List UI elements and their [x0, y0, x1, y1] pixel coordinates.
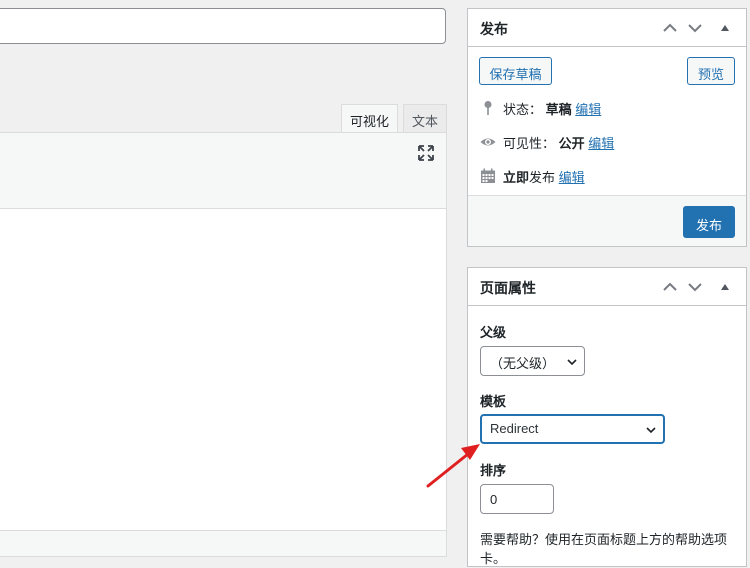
editor-toolbar — [0, 133, 446, 209]
edit-schedule-link[interactable]: 编辑 — [559, 170, 585, 185]
tab-visual[interactable]: 可视化 — [341, 104, 398, 132]
publish-box-header: 发布 — [468, 9, 746, 47]
visibility-label: 可见性： — [503, 136, 556, 151]
content-editor[interactable] — [0, 132, 447, 532]
parent-select[interactable]: （无父级） — [480, 346, 585, 376]
parent-label: 父级 — [480, 325, 507, 340]
fullscreen-icon[interactable] — [418, 145, 434, 161]
template-select[interactable]: Redirect — [480, 414, 665, 444]
page-attributes-title: 页面属性 — [480, 280, 536, 296]
chevron-up-icon[interactable] — [661, 278, 679, 296]
triangle-up-icon[interactable] — [716, 19, 734, 37]
publish-button[interactable]: 发布 — [683, 206, 735, 238]
eye-icon — [480, 138, 496, 146]
status-label: 状态： — [503, 102, 543, 117]
template-label: 模板 — [480, 394, 507, 409]
chevron-down-icon[interactable] — [686, 278, 704, 296]
schedule-label: 发布 — [529, 170, 556, 185]
save-draft-button[interactable]: 保存草稿 — [479, 57, 552, 85]
preview-button[interactable]: 预览 — [687, 57, 735, 85]
schedule-strong: 立即 — [503, 170, 530, 185]
publish-box: 发布 保存草稿 预览 状态： 草稿 编辑 可见性： 公开 编辑 立即发布 编辑 … — [467, 8, 747, 247]
visibility-value: 公开 — [558, 136, 585, 151]
calendar-icon — [481, 168, 495, 183]
order-input-value: 0 — [490, 492, 498, 507]
editor-status-bar — [0, 530, 447, 557]
chevron-down-icon — [567, 359, 577, 366]
tab-text[interactable]: 文本 — [403, 104, 447, 132]
edit-status-link[interactable]: 编辑 — [575, 102, 601, 117]
page-attributes-header: 页面属性 — [468, 268, 746, 306]
page-attributes-box: 页面属性 父级 （无父级） 模板 Redirect 排序 0 需要帮助？使用在页… — [467, 267, 747, 567]
order-input[interactable]: 0 — [480, 484, 554, 514]
status-value: 草稿 — [545, 102, 572, 117]
chevron-down-icon — [646, 427, 656, 434]
post-title-input[interactable] — [0, 8, 446, 44]
pin-icon — [484, 101, 492, 115]
order-label: 排序 — [480, 463, 507, 478]
template-select-value: Redirect — [490, 421, 539, 436]
edit-visibility-link[interactable]: 编辑 — [588, 136, 614, 151]
chevron-down-icon[interactable] — [686, 19, 704, 37]
publish-actions: 发布 — [468, 195, 746, 246]
help-text: 需要帮助？使用在页面标题上方的帮助选项卡。 — [480, 532, 728, 566]
parent-select-value: （无父级） — [490, 356, 556, 371]
triangle-up-icon[interactable] — [716, 278, 734, 296]
chevron-up-icon[interactable] — [661, 19, 679, 37]
publish-box-title: 发布 — [480, 21, 508, 37]
